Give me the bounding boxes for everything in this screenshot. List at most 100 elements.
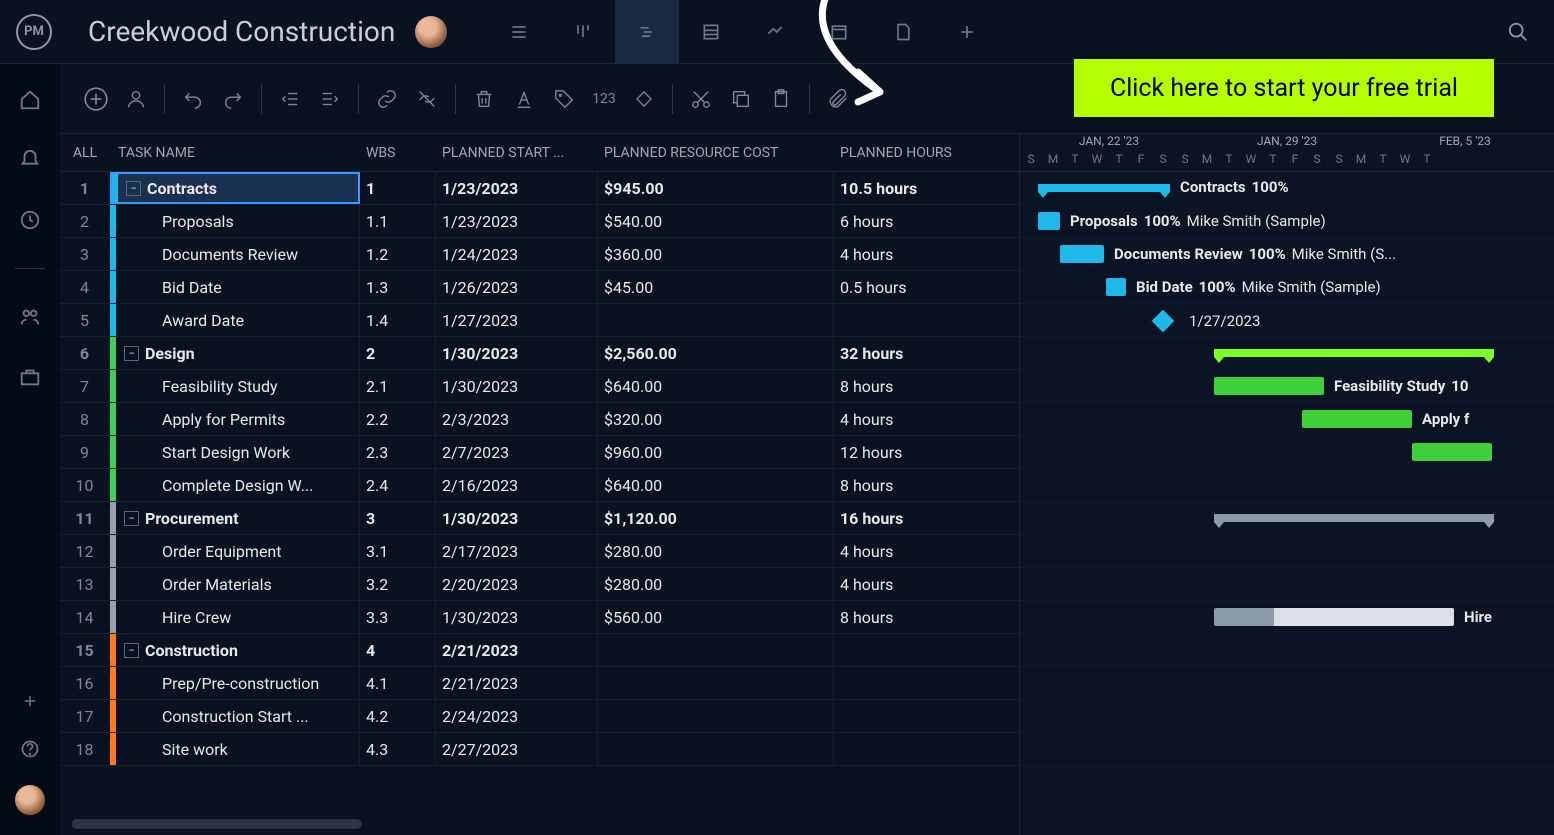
hours-cell[interactable] — [834, 634, 994, 666]
cost-cell[interactable]: $280.00 — [598, 568, 834, 600]
gantt-row[interactable] — [1020, 700, 1554, 733]
cost-cell[interactable]: $945.00 — [598, 172, 834, 204]
hours-cell[interactable] — [834, 304, 994, 336]
view-add[interactable] — [935, 0, 999, 64]
cost-cell[interactable]: $540.00 — [598, 205, 834, 237]
start-cell[interactable]: 2/21/2023 — [436, 667, 598, 699]
hours-cell[interactable] — [834, 733, 994, 765]
start-cell[interactable]: 2/24/2023 — [436, 700, 598, 732]
task-row[interactable]: 5 Award Date 1.4 1/27/2023 — [60, 304, 1019, 337]
recent-icon[interactable] — [18, 208, 42, 232]
wbs-cell[interactable]: 1.3 — [360, 271, 436, 303]
wbs-cell[interactable]: 4.1 — [360, 667, 436, 699]
task-row[interactable]: 17 Construction Start ... 4.2 2/24/2023 — [60, 700, 1019, 733]
task-name-cell[interactable]: − Design — [110, 337, 360, 369]
task-row[interactable]: 14 Hire Crew 3.3 1/30/2023 $560.00 8 hou… — [60, 601, 1019, 634]
summary-bar[interactable] — [1214, 349, 1494, 357]
wbs-cell[interactable]: 3.2 — [360, 568, 436, 600]
task-bar[interactable] — [1412, 443, 1492, 461]
gantt-row[interactable]: Proposals100%Mike Smith (Sample) — [1020, 205, 1554, 238]
task-name-cell[interactable]: Start Design Work — [110, 436, 360, 468]
task-name-cell[interactable]: Bid Date — [110, 271, 360, 303]
gantt-row[interactable] — [1020, 733, 1554, 766]
wbs-cell[interactable]: 2.3 — [360, 436, 436, 468]
hours-cell[interactable]: 8 hours — [834, 601, 994, 633]
attach-icon[interactable] — [822, 83, 854, 115]
hours-cell[interactable]: 8 hours — [834, 370, 994, 402]
col-hours[interactable]: PLANNED HOURS — [834, 134, 994, 171]
task-bar[interactable]: Hire — [1214, 608, 1454, 626]
gantt-row[interactable] — [1020, 667, 1554, 700]
hours-cell[interactable]: 32 hours — [834, 337, 994, 369]
wbs-cell[interactable]: 1.2 — [360, 238, 436, 270]
task-row[interactable]: 12 Order Equipment 3.1 2/17/2023 $280.00… — [60, 535, 1019, 568]
gantt-row[interactable] — [1020, 634, 1554, 667]
view-gantt[interactable] — [615, 0, 679, 64]
cta-banner[interactable]: Click here to start your free trial — [1074, 59, 1494, 117]
task-row[interactable]: 15 − Construction 4 2/21/2023 — [60, 634, 1019, 667]
add-icon[interactable] — [18, 689, 42, 713]
hours-cell[interactable]: 4 hours — [834, 403, 994, 435]
start-cell[interactable]: 1/30/2023 — [436, 370, 598, 402]
tag-icon[interactable] — [548, 83, 580, 115]
milestone-icon[interactable] — [628, 83, 660, 115]
wbs-cell[interactable]: 1.4 — [360, 304, 436, 336]
hours-cell[interactable]: 8 hours — [834, 469, 994, 501]
task-name-cell[interactable]: − Procurement — [110, 502, 360, 534]
start-cell[interactable]: 2/20/2023 — [436, 568, 598, 600]
col-task-name[interactable]: TASK NAME — [110, 134, 360, 171]
task-name-cell[interactable]: Feasibility Study — [110, 370, 360, 402]
undo-icon[interactable] — [177, 83, 209, 115]
task-name-cell[interactable]: Complete Design W... — [110, 469, 360, 501]
gantt-row[interactable] — [1020, 337, 1554, 370]
notifications-icon[interactable] — [18, 148, 42, 172]
outdent-icon[interactable] — [274, 83, 306, 115]
task-row[interactable]: 13 Order Materials 3.2 2/20/2023 $280.00… — [60, 568, 1019, 601]
start-cell[interactable]: 1/30/2023 — [436, 337, 598, 369]
task-name-cell[interactable]: Proposals — [110, 205, 360, 237]
start-cell[interactable]: 2/7/2023 — [436, 436, 598, 468]
task-row[interactable]: 3 Documents Review 1.2 1/24/2023 $360.00… — [60, 238, 1019, 271]
app-logo[interactable]: PM — [16, 14, 52, 50]
user-avatar[interactable] — [415, 16, 447, 48]
number-icon[interactable]: 123 — [588, 83, 620, 115]
task-bar[interactable]: Apply f — [1302, 410, 1412, 428]
search-icon[interactable] — [1498, 12, 1538, 52]
task-name-cell[interactable]: − Contracts — [110, 172, 360, 204]
start-cell[interactable]: 2/21/2023 — [436, 634, 598, 666]
task-name-cell[interactable]: Apply for Permits — [110, 403, 360, 435]
cost-cell[interactable]: $640.00 — [598, 370, 834, 402]
hours-cell[interactable] — [834, 667, 994, 699]
wbs-cell[interactable]: 4 — [360, 634, 436, 666]
start-cell[interactable]: 2/27/2023 — [436, 733, 598, 765]
cost-cell[interactable]: $45.00 — [598, 271, 834, 303]
task-name-cell[interactable]: Documents Review — [110, 238, 360, 270]
cost-cell[interactable] — [598, 733, 834, 765]
summary-bar[interactable] — [1214, 514, 1494, 522]
cost-cell[interactable] — [598, 304, 834, 336]
briefcase-icon[interactable] — [18, 365, 42, 389]
view-sheet[interactable] — [679, 0, 743, 64]
link-icon[interactable] — [371, 83, 403, 115]
start-cell[interactable]: 1/23/2023 — [436, 172, 598, 204]
gantt-row[interactable]: Documents Review100%Mike Smith (S... — [1020, 238, 1554, 271]
view-file[interactable] — [871, 0, 935, 64]
cost-cell[interactable]: $280.00 — [598, 535, 834, 567]
task-name-cell[interactable]: Prep/Pre-construction — [110, 667, 360, 699]
wbs-cell[interactable]: 1.1 — [360, 205, 436, 237]
hours-cell[interactable]: 10.5 hours — [834, 172, 994, 204]
task-row[interactable]: 2 Proposals 1.1 1/23/2023 $540.00 6 hour… — [60, 205, 1019, 238]
indent-icon[interactable] — [314, 83, 346, 115]
task-name-cell[interactable]: Construction Start ... — [110, 700, 360, 732]
cost-cell[interactable]: $640.00 — [598, 469, 834, 501]
start-cell[interactable]: 1/24/2023 — [436, 238, 598, 270]
paste-icon[interactable] — [765, 83, 797, 115]
copy-icon[interactable] — [725, 83, 757, 115]
cut-icon[interactable] — [685, 83, 717, 115]
team-icon[interactable] — [18, 305, 42, 329]
hours-cell[interactable]: 12 hours — [834, 436, 994, 468]
task-row[interactable]: 4 Bid Date 1.3 1/26/2023 $45.00 0.5 hour… — [60, 271, 1019, 304]
gantt-row[interactable] — [1020, 568, 1554, 601]
task-row[interactable]: 11 − Procurement 3 1/30/2023 $1,120.00 1… — [60, 502, 1019, 535]
cost-cell[interactable] — [598, 634, 834, 666]
